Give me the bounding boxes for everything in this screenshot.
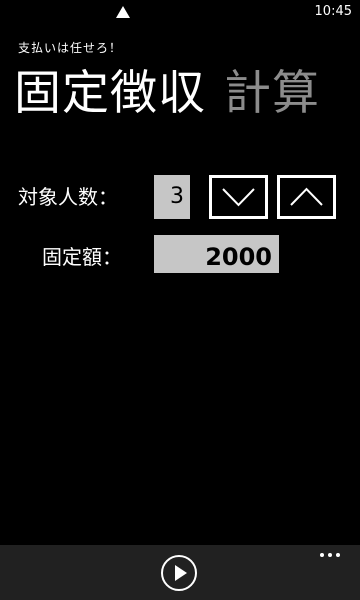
pivot-headers: 固定徴収 計算 xyxy=(14,64,320,124)
status-bar: 10:45 xyxy=(0,0,360,28)
people-count-field[interactable]: 3 xyxy=(154,175,190,219)
people-count-label: 対象人数： xyxy=(18,185,118,209)
increment-button[interactable] xyxy=(277,175,336,219)
app-bar xyxy=(0,545,360,600)
play-button[interactable] xyxy=(161,555,197,591)
fixed-amount-field[interactable]: 2000 xyxy=(154,235,279,273)
app-title: 支払いは任せろ！ xyxy=(18,41,123,55)
play-icon xyxy=(175,565,187,581)
chevron-down-icon xyxy=(222,188,255,207)
decrement-button[interactable] xyxy=(209,175,268,219)
ellipsis-icon[interactable] xyxy=(320,553,342,559)
pivot-tab-calculate[interactable]: 計算 xyxy=(224,66,320,121)
fixed-amount-label: 固定額： xyxy=(42,245,122,269)
pivot-tab-fixed-collection[interactable]: 固定徴収 xyxy=(14,66,206,121)
phone-screen: 10:45 支払いは任せろ！ 固定徴収 計算 対象人数： 3 固定額： 2000 xyxy=(0,0,360,600)
status-time: 10:45 xyxy=(314,4,352,19)
signal-triangle-icon xyxy=(116,6,130,18)
chevron-up-icon xyxy=(290,187,323,206)
